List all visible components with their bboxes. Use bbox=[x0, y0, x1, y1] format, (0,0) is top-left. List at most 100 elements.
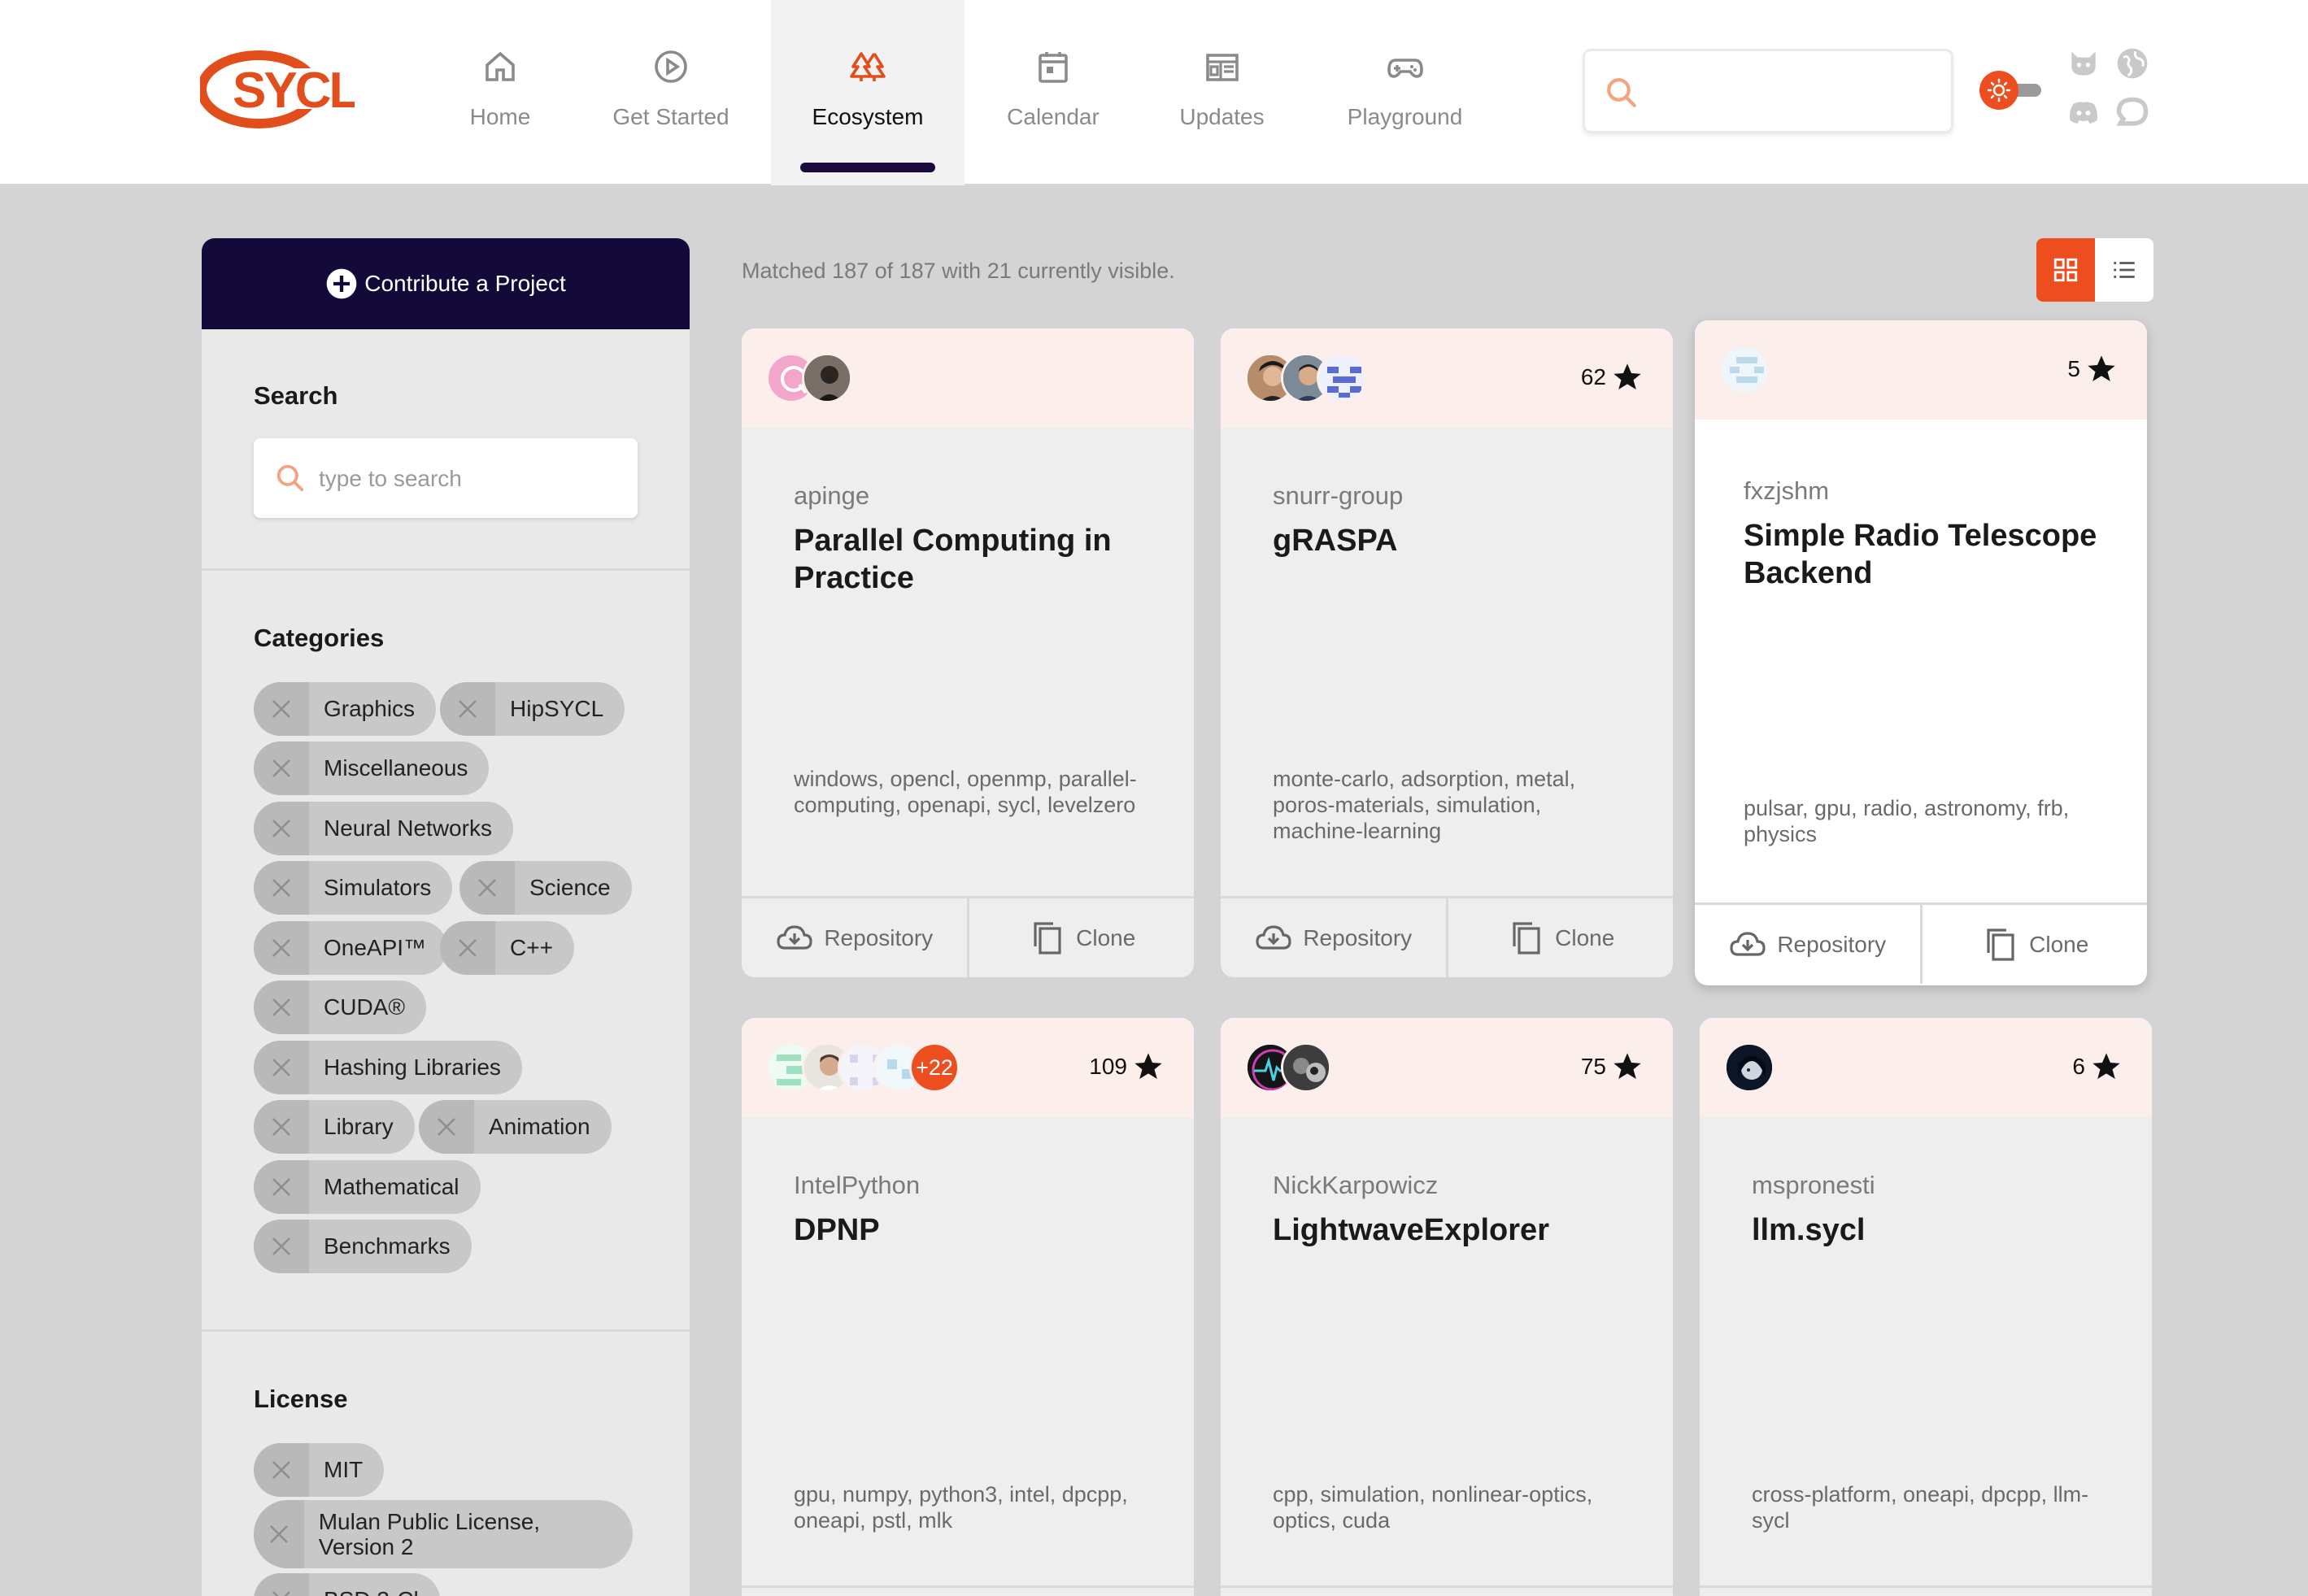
sidebar-search-input[interactable]: type to search bbox=[254, 438, 638, 518]
card-header bbox=[742, 328, 1194, 428]
category-chip[interactable]: Miscellaneous bbox=[254, 741, 490, 795]
category-chip[interactable]: Animation bbox=[419, 1100, 612, 1154]
close-icon[interactable] bbox=[254, 1500, 304, 1568]
close-icon[interactable] bbox=[254, 1220, 309, 1273]
category-chip[interactable]: Mathematical bbox=[254, 1160, 481, 1214]
contributor-avatars bbox=[766, 353, 852, 403]
close-icon[interactable] bbox=[254, 682, 309, 736]
category-chip[interactable]: HipSYCL bbox=[440, 682, 625, 736]
nav-updates[interactable]: Updates bbox=[1159, 0, 1285, 185]
close-icon[interactable] bbox=[254, 861, 309, 915]
repository-button[interactable]: Repository bbox=[1221, 898, 1446, 977]
grid-view-button[interactable] bbox=[2036, 238, 2095, 302]
close-icon[interactable] bbox=[254, 921, 309, 975]
discord-icon[interactable] bbox=[2066, 95, 2101, 131]
clone-button[interactable]: Clone bbox=[966, 898, 1195, 977]
category-chip[interactable]: Simulators bbox=[254, 861, 453, 915]
project-card[interactable]: 75 NickKarpowicz LightwaveExplorer cpp, … bbox=[1221, 1018, 1673, 1596]
category-chip[interactable]: Neural Networks bbox=[254, 802, 513, 855]
close-icon[interactable] bbox=[459, 861, 515, 915]
chat-icon[interactable] bbox=[2114, 95, 2150, 131]
license-chip[interactable]: BSD 3-Cl bbox=[254, 1573, 440, 1596]
star-icon bbox=[1613, 363, 1641, 389]
clone-button[interactable]: Clone bbox=[1919, 905, 2148, 984]
category-chip[interactable]: Library bbox=[254, 1100, 415, 1154]
list-icon bbox=[2114, 262, 2135, 278]
contributor-avatars: +22 bbox=[766, 1042, 960, 1093]
project-name[interactable]: gRASPA bbox=[1273, 522, 1640, 559]
chip-label: CUDA® bbox=[324, 994, 405, 1020]
close-icon[interactable] bbox=[419, 1100, 474, 1154]
category-chip[interactable]: OneAPI™ bbox=[254, 921, 448, 975]
nav-home[interactable]: Home bbox=[439, 0, 561, 185]
repository-button[interactable]: Repository bbox=[742, 898, 967, 977]
chip-label: Simulators bbox=[324, 875, 432, 900]
gamepad-icon bbox=[1387, 59, 1423, 78]
close-icon[interactable] bbox=[254, 1160, 309, 1214]
close-icon[interactable] bbox=[254, 802, 309, 855]
cloud-download-icon bbox=[1730, 931, 1766, 956]
search-placeholder: type to search bbox=[319, 466, 462, 491]
project-name[interactable]: DPNP bbox=[794, 1211, 1161, 1249]
theme-toggle[interactable] bbox=[1978, 68, 2045, 112]
category-chip[interactable]: Science bbox=[459, 861, 632, 915]
contribute-project-button[interactable]: Contribute a Project bbox=[202, 238, 690, 329]
project-owner: NickKarpowicz bbox=[1273, 1171, 1439, 1199]
grid-icon bbox=[2053, 258, 2078, 282]
repository-button[interactable]: Repository bbox=[1695, 905, 1920, 984]
nav-playground[interactable]: Playground bbox=[1334, 0, 1476, 185]
star-icon bbox=[1613, 1053, 1641, 1079]
chip-label: MIT bbox=[324, 1457, 364, 1482]
license-chip[interactable]: Mulan Public License, Version 2 bbox=[254, 1500, 633, 1568]
project-card[interactable]: 62 snurr-group gRASPA monte-carlo, adsor… bbox=[1221, 328, 1673, 977]
close-icon[interactable] bbox=[254, 1573, 309, 1596]
list-view-button[interactable] bbox=[2095, 238, 2153, 302]
card-actions bbox=[1221, 1585, 1673, 1596]
category-chip[interactable]: Hashing Libraries bbox=[254, 1041, 522, 1094]
project-name[interactable]: Simple Radio Telescope Backend bbox=[1744, 517, 2114, 592]
chip-label: Hashing Libraries bbox=[324, 1055, 501, 1080]
globe-icon[interactable] bbox=[2114, 46, 2150, 81]
nav-get-started[interactable]: Get Started bbox=[598, 0, 744, 185]
category-chip[interactable]: Benchmarks bbox=[254, 1220, 472, 1273]
close-icon[interactable] bbox=[440, 921, 495, 975]
category-chip[interactable]: CUDA® bbox=[254, 981, 426, 1034]
category-chip[interactable]: C++ bbox=[440, 921, 574, 975]
star-count: 62 bbox=[1581, 361, 1644, 394]
chip-label: Benchmarks bbox=[324, 1233, 451, 1259]
card-actions: Repository Clone bbox=[742, 896, 1194, 977]
header-search-input[interactable] bbox=[1583, 49, 1953, 133]
close-icon[interactable] bbox=[440, 682, 495, 736]
contribute-label: Contribute a Project bbox=[364, 271, 566, 296]
sycl-logo[interactable]: SYCL bbox=[200, 50, 355, 128]
close-icon[interactable] bbox=[254, 741, 309, 795]
project-card[interactable]: apinge Parallel Computing in Practice wi… bbox=[742, 328, 1194, 977]
project-card[interactable]: +22 109 IntelPython DPNP gpu, numpy, pyt… bbox=[742, 1018, 1194, 1596]
license-chip[interactable]: MIT bbox=[254, 1443, 385, 1497]
more-contributors-badge[interactable]: +22 bbox=[909, 1042, 960, 1093]
project-name[interactable]: LightwaveExplorer bbox=[1273, 1211, 1640, 1249]
nav-ecosystem[interactable]: Ecosystem bbox=[771, 0, 965, 185]
project-tags: pulsar, gpu, radio, astronomy, frb, phys… bbox=[1744, 796, 2070, 846]
project-card[interactable]: 6 mspronesti llm.sycl cross-platform, on… bbox=[1700, 1018, 2152, 1596]
search-icon bbox=[277, 464, 304, 492]
star-count-value: 6 bbox=[2072, 1054, 2085, 1079]
repository-label: Repository bbox=[824, 924, 934, 950]
project-owner: mspronesti bbox=[1752, 1171, 1875, 1199]
close-icon[interactable] bbox=[254, 981, 309, 1034]
project-name[interactable]: Parallel Computing in Practice bbox=[794, 522, 1161, 597]
clone-button[interactable]: Clone bbox=[1445, 898, 1674, 977]
project-name[interactable]: llm.sycl bbox=[1752, 1211, 2119, 1249]
category-chip[interactable]: Graphics bbox=[254, 682, 437, 736]
copy-icon bbox=[1987, 928, 2014, 961]
chip-label: OneAPI™ bbox=[324, 935, 427, 960]
github-icon[interactable] bbox=[2066, 46, 2101, 81]
chip-label: Library bbox=[324, 1114, 394, 1139]
nav-calendar[interactable]: Calendar bbox=[992, 0, 1114, 185]
close-icon[interactable] bbox=[254, 1100, 309, 1154]
contributor-avatars bbox=[1245, 353, 1367, 403]
close-icon[interactable] bbox=[254, 1041, 309, 1094]
project-card[interactable]: 5 fxzjshm Simple Radio Telescope Backend… bbox=[1695, 320, 2147, 985]
star-icon bbox=[2092, 1053, 2120, 1079]
close-icon[interactable] bbox=[254, 1443, 309, 1497]
